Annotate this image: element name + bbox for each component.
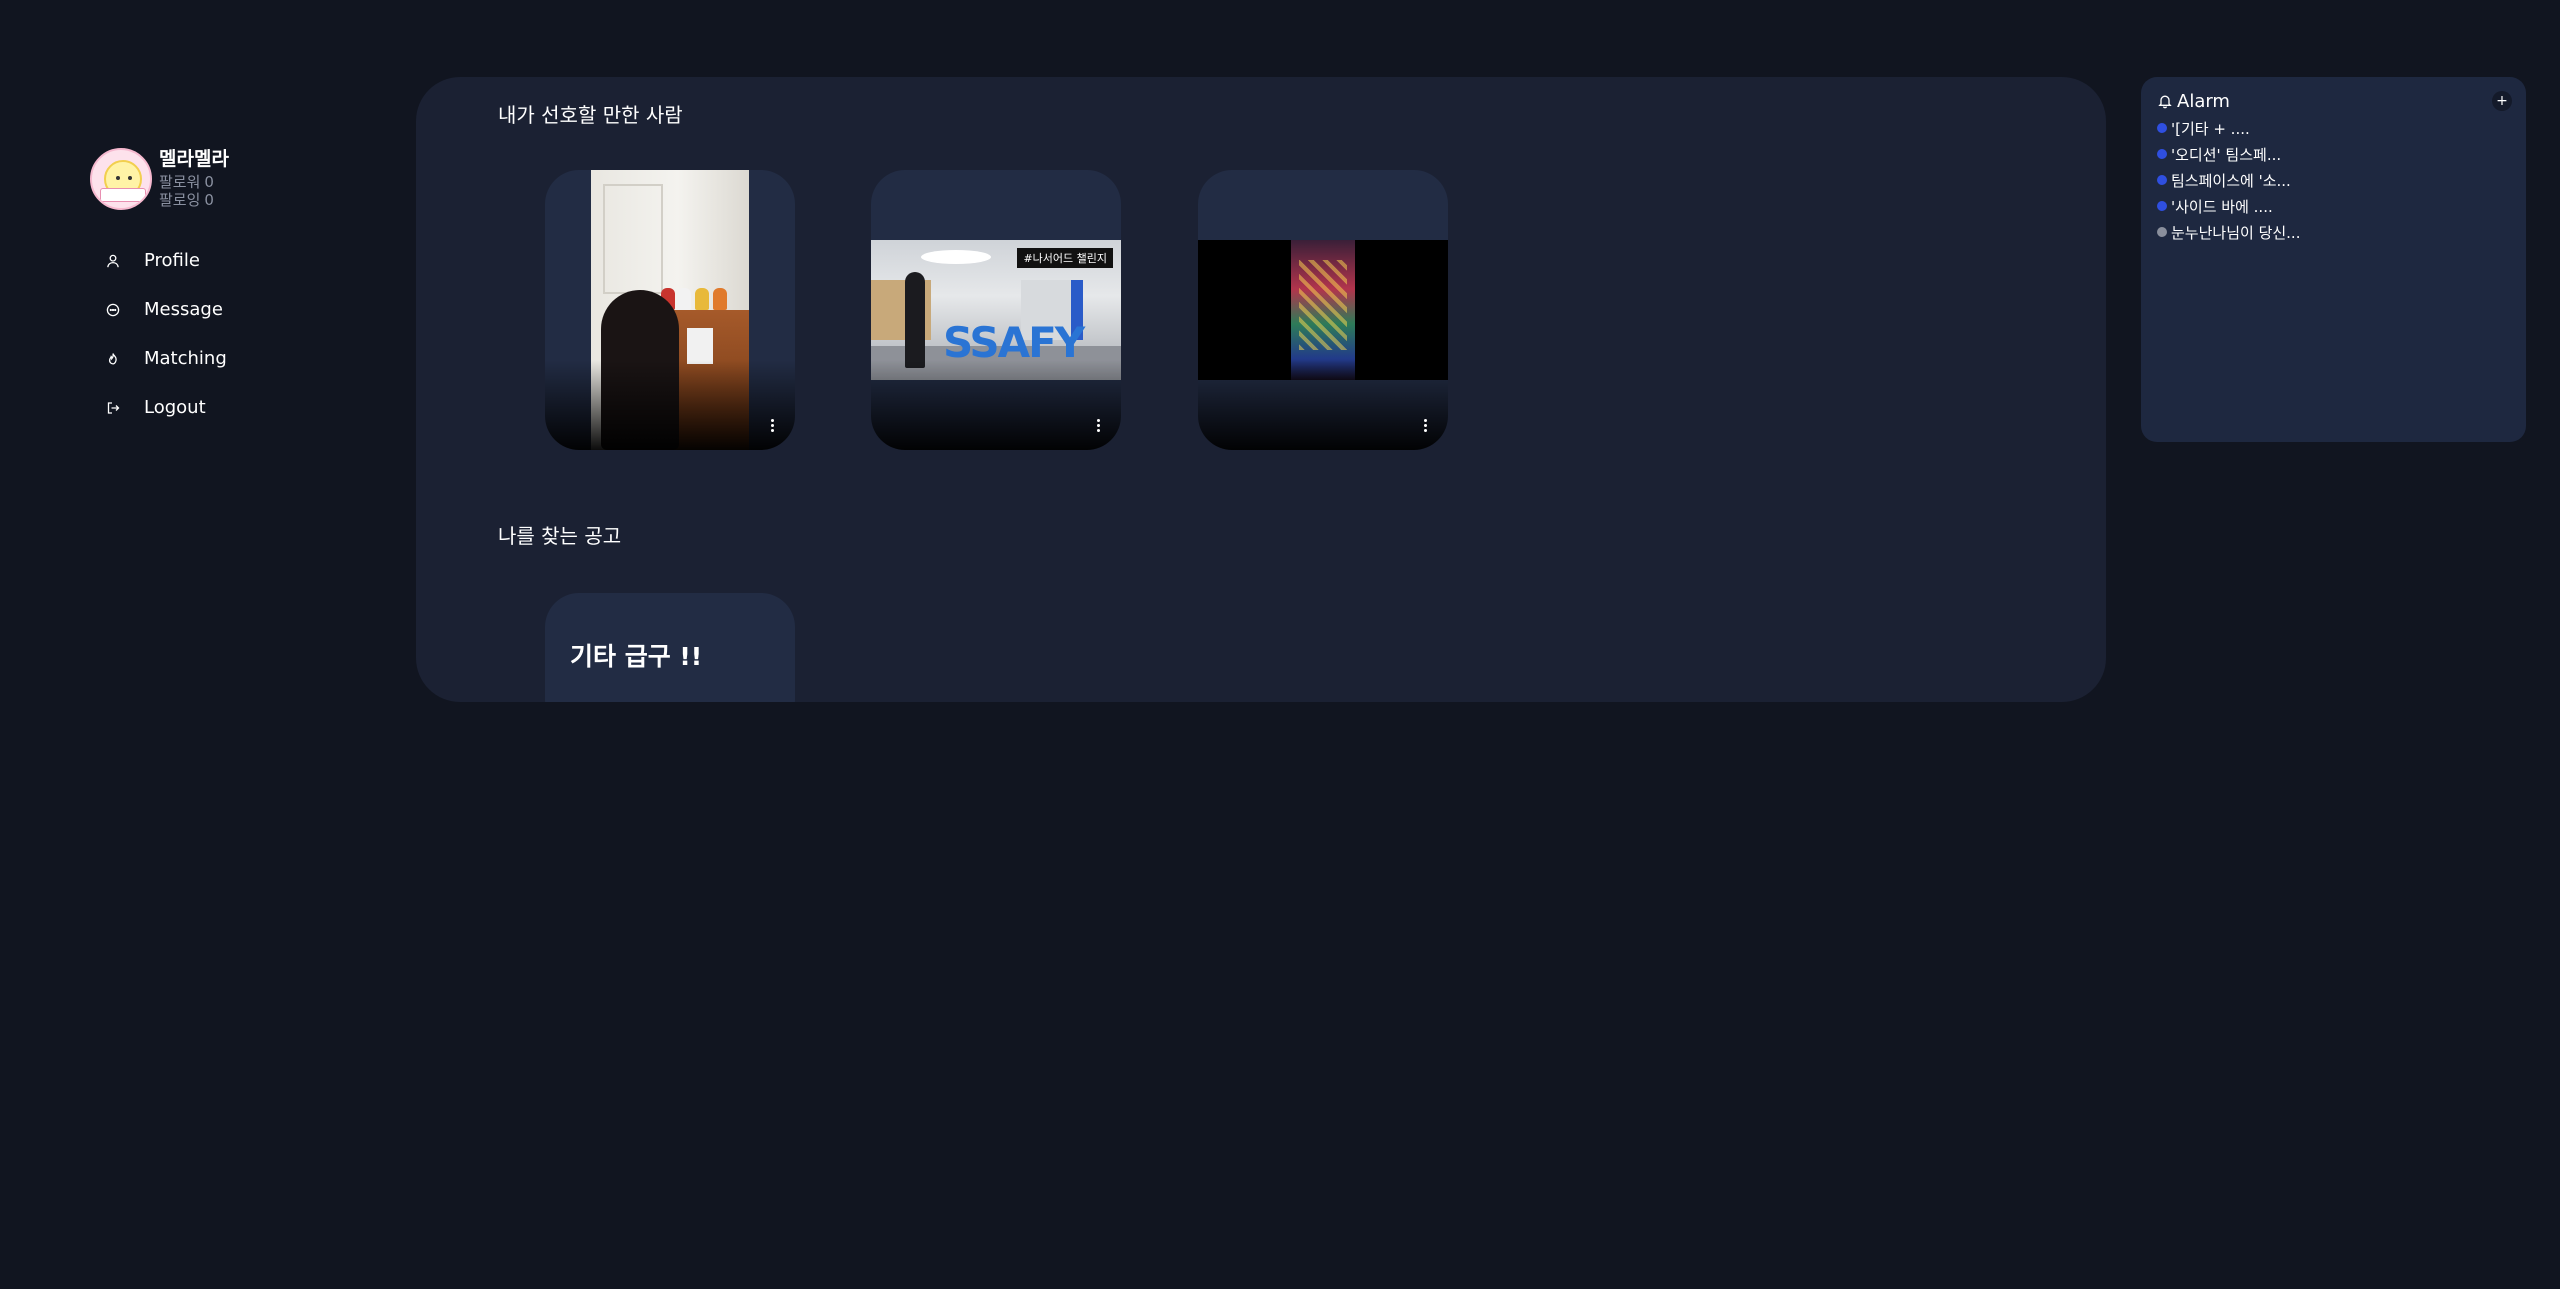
nav-label-message: Message	[144, 299, 223, 320]
job-title: 기타 급구 !!	[570, 642, 703, 671]
alarm-item[interactable]: '오디션' 팀스페...	[2157, 141, 2526, 167]
recommended-card[interactable]	[545, 170, 795, 450]
more-options-icon[interactable]	[1424, 419, 1428, 432]
alarm-header: Alarm	[2157, 89, 2526, 113]
more-options-icon[interactable]	[1097, 419, 1101, 432]
unread-dot-icon	[2157, 123, 2167, 133]
job-card[interactable]: 기타 급구 !!	[545, 593, 795, 702]
add-alarm-button[interactable]: +	[2492, 91, 2512, 111]
nav-item-logout[interactable]: Logout	[90, 383, 350, 432]
more-options-icon[interactable]	[771, 419, 775, 432]
read-dot-icon	[2157, 227, 2167, 237]
alarm-list: '[기타 + .... '오디션' 팀스페... 팀스페이스에 '소... '사…	[2157, 115, 2526, 245]
alarm-panel: Alarm + '[기타 + .... '오디션' 팀스페... 팀스페이스에 …	[2141, 77, 2526, 442]
recommended-card[interactable]: SSAFY #나서어드 챌린지	[871, 170, 1121, 450]
person-figure	[905, 272, 925, 368]
alarm-text: 팀스페이스에 '소...	[2171, 171, 2291, 190]
username: 멜라멜라	[159, 147, 229, 170]
unread-dot-icon	[2157, 201, 2167, 211]
user-icon	[106, 254, 120, 268]
nav-item-profile[interactable]: Profile	[90, 236, 350, 285]
nav-label-logout: Logout	[144, 397, 206, 418]
alarm-text: '오디션' 팀스페...	[2171, 145, 2282, 164]
alarm-title: Alarm	[2177, 90, 2230, 112]
alarm-text: '사이드 바에 ....	[2171, 197, 2273, 216]
nav-item-message[interactable]: Message	[90, 285, 350, 334]
message-icon	[106, 303, 120, 317]
alarm-item[interactable]: 팀스페이스에 '소...	[2157, 167, 2526, 193]
alarm-item[interactable]: '[기타 + ....	[2157, 115, 2526, 141]
avatar[interactable]	[90, 148, 152, 210]
alarm-item[interactable]: '사이드 바에 ....	[2157, 193, 2526, 219]
alarm-item[interactable]: 눈누난나님이 당신...	[2157, 219, 2526, 245]
bell-icon	[2157, 93, 2173, 109]
nav-label-matching: Matching	[144, 348, 227, 369]
sidebar: 멜라멜라 팔로워 0 팔로잉 0 Profile Message Matchin…	[90, 148, 350, 432]
nav-label-profile: Profile	[144, 250, 200, 271]
unread-dot-icon	[2157, 149, 2167, 159]
profile-summary: 멜라멜라 팔로워 0 팔로잉 0	[90, 148, 350, 210]
alarm-text: '[기타 + ....	[2171, 119, 2250, 138]
video-caption: #나서어드 챌린지	[1017, 248, 1113, 268]
ssafy-video-thumbnail[interactable]: SSAFY #나서어드 챌린지	[871, 240, 1121, 380]
unread-dot-icon	[2157, 175, 2167, 185]
nav-item-matching[interactable]: Matching	[90, 334, 350, 383]
profile-text: 멜라멜라 팔로워 0 팔로잉 0	[159, 147, 229, 209]
recommended-section-title: 내가 선호할 만한 사람	[498, 103, 683, 127]
neon-video-thumbnail[interactable]	[1291, 240, 1355, 380]
followers-count: 팔로워 0	[159, 172, 214, 191]
flame-icon	[106, 352, 120, 366]
following-count: 팔로잉 0	[159, 190, 214, 209]
recommended-card[interactable]	[1198, 170, 1448, 450]
jobs-section-title: 나를 찾는 공고	[498, 524, 622, 548]
sidebar-nav: Profile Message Matching Logout	[90, 236, 350, 432]
main-panel: 내가 선호할 만한 사람 SSAFY #나서어드 챌린지 나를 찾는 공고 기타…	[416, 77, 2106, 702]
alarm-text: 눈누난나님이 당신...	[2171, 223, 2301, 242]
logout-icon	[106, 401, 120, 415]
